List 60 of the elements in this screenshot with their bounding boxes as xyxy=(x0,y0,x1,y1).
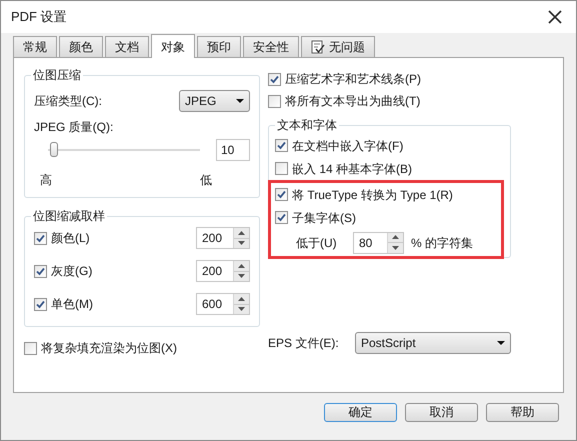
field-label: JPEG 质量(Q): xyxy=(34,119,114,136)
dropdown[interactable]: JPEG xyxy=(179,90,250,112)
dropdown-arrow-icon xyxy=(497,341,505,345)
checkbox[interactable] xyxy=(34,264,47,278)
checkbox[interactable] xyxy=(275,211,288,224)
checkbox-label: 灰度(G) xyxy=(51,263,92,280)
spin-field[interactable]: 600 xyxy=(196,293,250,315)
checkbox[interactable] xyxy=(34,232,47,244)
checkbox-label: 将复杂填充渲染为位图(X) xyxy=(41,340,177,357)
slider-label: 高 xyxy=(40,172,52,189)
checkbox-label: 颜色(L) xyxy=(51,230,90,247)
checkbox[interactable] xyxy=(275,188,288,201)
window-title: PDF 设置 xyxy=(11,8,67,26)
checkbox[interactable] xyxy=(268,94,281,108)
checkbox[interactable] xyxy=(24,342,37,354)
spin-field[interactable]: 80 xyxy=(353,232,404,254)
field-label: 压缩类型(C): xyxy=(34,93,102,110)
field-label: EPS 文件(E): xyxy=(268,335,340,352)
checkbox[interactable] xyxy=(275,139,288,152)
check-icon xyxy=(277,141,286,150)
tab[interactable]: 预印 xyxy=(197,36,241,57)
tab[interactable]: 常规 xyxy=(13,36,57,57)
checkbox[interactable] xyxy=(34,298,47,310)
checkbox-label: 在文档中嵌入字体(F) xyxy=(292,138,404,154)
spin-field[interactable]: 200 xyxy=(196,260,250,282)
check-icon xyxy=(36,266,45,276)
slider-label: 低 xyxy=(200,172,212,189)
slider-thumb[interactable] xyxy=(50,142,58,157)
tab[interactable]: 文档 xyxy=(105,36,149,57)
close-icon[interactable] xyxy=(548,10,562,24)
field-suffix: % 的字符集 xyxy=(411,234,474,252)
checkbox[interactable] xyxy=(268,72,281,86)
dialog-button[interactable]: 取消 xyxy=(405,403,478,422)
checkbox-label: 将 TrueType 转换为 Type 1(R) xyxy=(292,186,453,204)
checkbox-label: 压缩艺术字和艺术线条(P) xyxy=(285,71,421,88)
checkbox-label: 将所有文本导出为曲线(T) xyxy=(285,93,420,110)
quality-field[interactable]: 10 xyxy=(216,139,250,161)
checkbox-label: 嵌入 14 种基本字体(B) xyxy=(292,160,412,178)
checkbox-label: 子集字体(S) xyxy=(292,210,356,226)
check-icon xyxy=(36,234,45,242)
checkbox-label: 单色(M) xyxy=(51,296,93,313)
group-title: 位图压缩 xyxy=(31,67,83,83)
dropdown[interactable]: PostScript xyxy=(355,332,511,354)
checkbox[interactable] xyxy=(275,162,288,175)
dialog-button[interactable]: 帮助 xyxy=(486,403,559,422)
dropdown-arrow-icon xyxy=(236,99,244,103)
check-icon xyxy=(311,40,325,54)
spin-field[interactable]: 200 xyxy=(196,227,250,249)
field-label: 低于(U) xyxy=(296,234,338,252)
dialog-button[interactable]: 确定 xyxy=(324,403,397,422)
check-icon xyxy=(277,190,286,199)
group-title: 位图缩减取样 xyxy=(31,208,107,224)
tab[interactable]: 颜色 xyxy=(59,36,103,57)
group-title: 文本和字体 xyxy=(275,117,339,133)
tab[interactable]: 安全性 xyxy=(243,36,299,57)
tab[interactable]: 无问题 xyxy=(301,36,375,57)
check-icon xyxy=(36,300,45,308)
check-icon xyxy=(270,74,279,84)
check-icon xyxy=(277,213,286,222)
tab[interactable]: 对象 xyxy=(151,34,195,58)
